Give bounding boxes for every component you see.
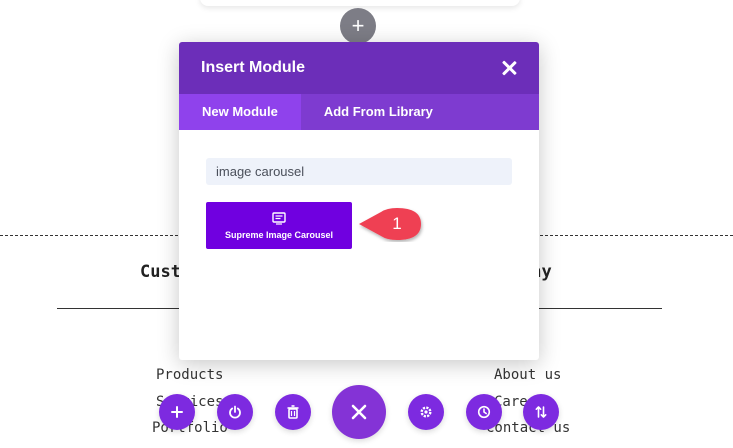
footer-link-about[interactable]: About us bbox=[494, 367, 561, 383]
module-search-input[interactable] bbox=[206, 158, 512, 185]
modal-header: Insert Module bbox=[179, 42, 539, 94]
add-section-button[interactable]: + bbox=[340, 8, 376, 44]
add-icon bbox=[171, 406, 183, 418]
tab-new-module[interactable]: New Module bbox=[179, 94, 301, 130]
trash-icon bbox=[287, 405, 299, 419]
footer-link-products[interactable]: Products bbox=[156, 367, 223, 383]
gear-icon bbox=[420, 406, 432, 418]
module-icon bbox=[272, 211, 286, 225]
section-card bbox=[200, 0, 520, 6]
close-icon bbox=[351, 404, 367, 420]
history-button[interactable] bbox=[466, 394, 502, 430]
footer-heading-left: Cust bbox=[140, 262, 181, 282]
page: + Cust any Products Services Portfolio A… bbox=[0, 0, 733, 448]
close-builder-button[interactable] bbox=[332, 385, 386, 439]
sort-icon bbox=[535, 406, 547, 418]
tab-add-from-library[interactable]: Add From Library bbox=[301, 94, 456, 130]
trash-button[interactable] bbox=[275, 394, 311, 430]
modal-tabs: New Module Add From Library bbox=[179, 94, 539, 130]
portability-button[interactable] bbox=[523, 394, 559, 430]
power-button[interactable] bbox=[217, 394, 253, 430]
insert-module-modal: Insert Module New Module Add From Librar… bbox=[179, 42, 539, 360]
close-icon[interactable] bbox=[501, 60, 517, 76]
history-icon bbox=[477, 405, 491, 419]
modal-title: Insert Module bbox=[201, 59, 306, 76]
module-label: Supreme Image Carousel bbox=[224, 229, 334, 240]
power-icon bbox=[229, 405, 241, 419]
supreme-image-carousel-button[interactable]: Supreme Image Carousel bbox=[206, 202, 352, 249]
callout-number: 1 bbox=[392, 214, 402, 233]
add-button[interactable] bbox=[159, 394, 195, 430]
modal-body bbox=[179, 130, 539, 185]
settings-button[interactable] bbox=[408, 394, 444, 430]
plus-icon: + bbox=[351, 13, 365, 38]
